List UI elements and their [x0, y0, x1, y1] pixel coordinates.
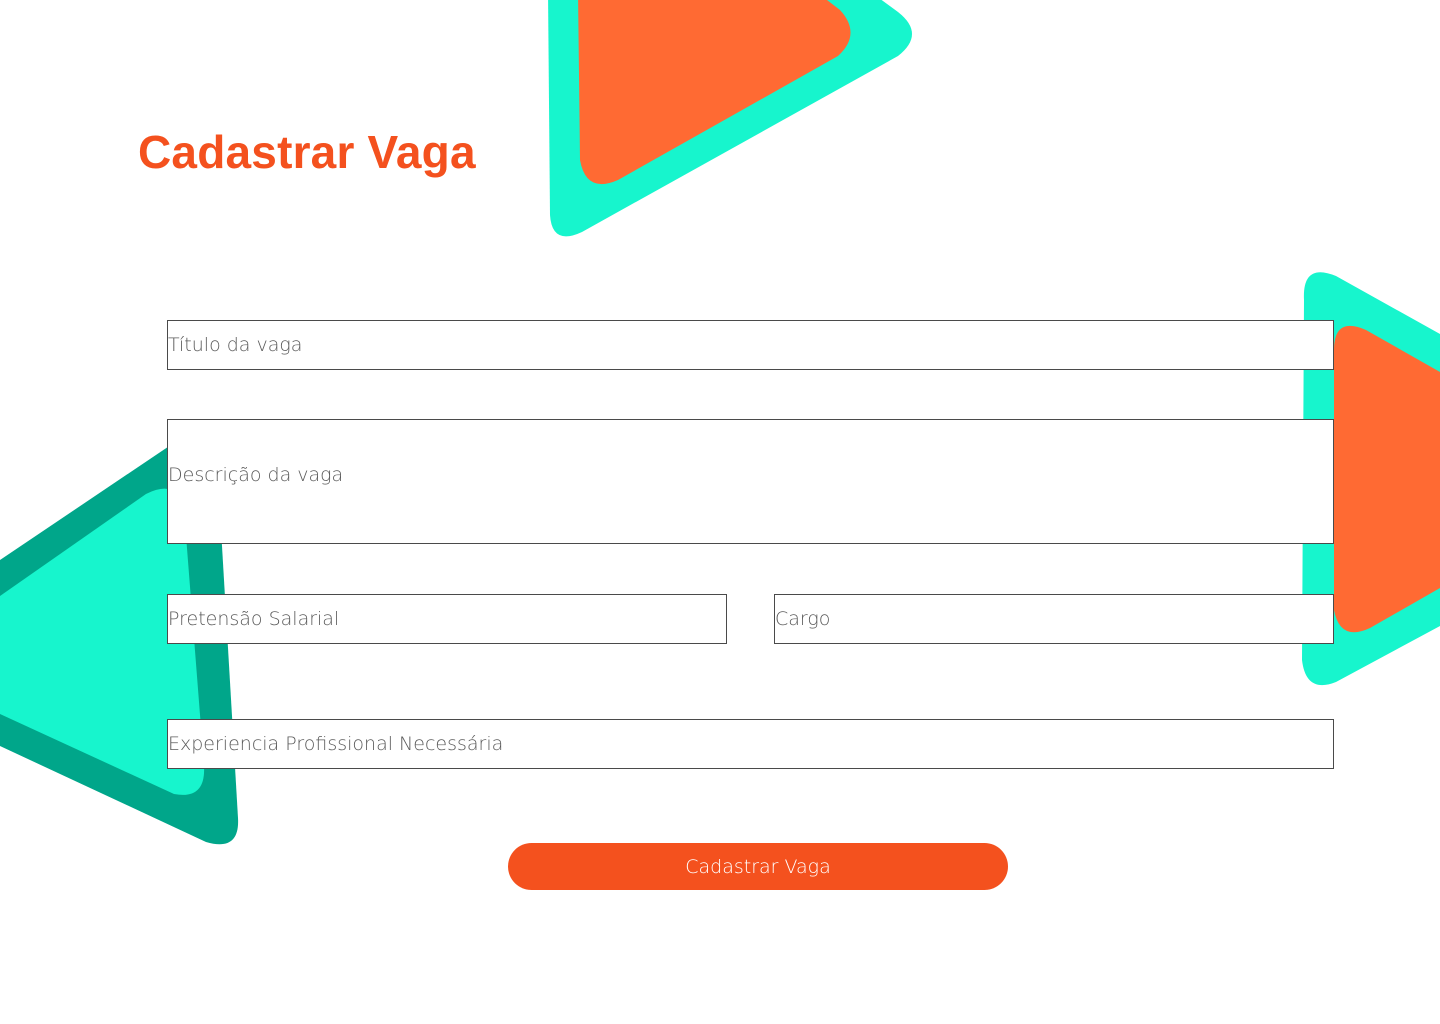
page: Cadastrar Vaga Cadastrar Vaga — [0, 0, 1440, 1024]
salary-expectation-input[interactable] — [167, 594, 727, 644]
page-title: Cadastrar Vaga — [138, 126, 476, 178]
submit-job-button[interactable]: Cadastrar Vaga — [508, 843, 1008, 890]
right-triangle-inner — [1334, 325, 1440, 633]
job-title-input[interactable] — [167, 320, 1334, 370]
job-description-textarea[interactable] — [167, 419, 1334, 544]
position-input[interactable] — [774, 594, 1334, 644]
required-experience-input[interactable] — [167, 719, 1334, 769]
